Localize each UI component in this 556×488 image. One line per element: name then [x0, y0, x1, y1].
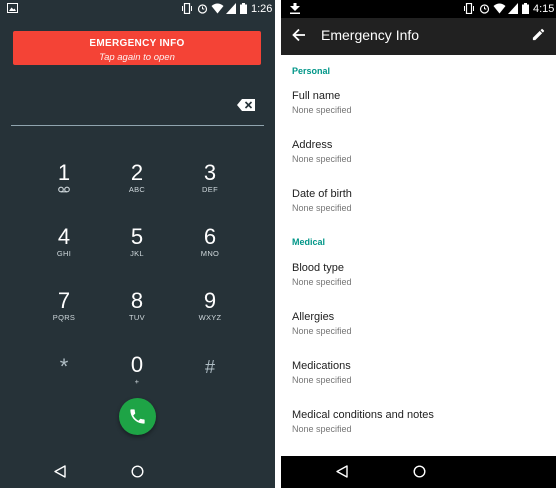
battery-icon	[240, 3, 247, 14]
dial-key-2[interactable]: 2 ABC	[107, 161, 167, 213]
list-item-medications[interactable]: Medications None specified	[292, 360, 542, 400]
call-button[interactable]	[119, 398, 156, 435]
vibrate-icon	[182, 3, 192, 14]
wifi-icon	[211, 3, 224, 14]
section-header-personal: Personal	[292, 66, 331, 76]
dial-input-underline	[11, 125, 264, 126]
status-time: 4:15	[533, 3, 555, 15]
list-item-allergies[interactable]: Allergies None specified	[292, 311, 542, 351]
list-item-full-name[interactable]: Full name None specified	[292, 90, 542, 130]
dial-key-3[interactable]: 3 DEF	[180, 161, 240, 213]
download-icon	[290, 3, 300, 14]
status-time: 1:26	[251, 3, 273, 15]
wifi-icon	[493, 3, 506, 14]
app-bar: Emergency Info	[281, 18, 556, 55]
vibrate-icon	[464, 3, 474, 14]
alarm-icon	[479, 4, 490, 14]
emergency-info-subtitle: Tap again to open	[99, 52, 175, 63]
dial-key-1[interactable]: 1	[34, 161, 94, 213]
dialer-screen: 1:26 EMERGENCY INFO Tap again to open 1 …	[0, 0, 275, 488]
signal-icon	[508, 3, 518, 14]
image-icon	[7, 3, 18, 13]
section-header-medical: Medical	[292, 237, 326, 247]
dial-key-8[interactable]: 8 TUV	[107, 289, 167, 341]
phone-icon	[130, 409, 145, 424]
emergency-info-button[interactable]: EMERGENCY INFO Tap again to open	[13, 31, 261, 65]
back-icon[interactable]	[54, 465, 66, 478]
list-item-date-of-birth[interactable]: Date of birth None specified	[292, 188, 542, 228]
list-item-blood-type[interactable]: Blood type None specified	[292, 262, 542, 302]
dial-key-7[interactable]: 7 PQRS	[34, 289, 94, 341]
back-icon[interactable]	[336, 465, 348, 478]
arrow-back-icon[interactable]	[292, 28, 306, 42]
home-icon[interactable]	[131, 465, 144, 478]
dial-key-5[interactable]: 5 JKL	[107, 225, 167, 277]
page-title: Emergency Info	[321, 27, 420, 43]
list-item-medical-conditions[interactable]: Medical conditions and notes None specif…	[292, 409, 542, 449]
edit-icon[interactable]	[531, 27, 546, 42]
alarm-icon	[197, 4, 208, 14]
backspace-icon[interactable]	[237, 99, 255, 111]
emergency-info-title: EMERGENCY INFO	[89, 38, 185, 49]
list-item-address[interactable]: Address None specified	[292, 139, 542, 179]
dial-key-hash[interactable]: #	[180, 355, 240, 407]
battery-icon	[522, 3, 529, 14]
navigation-bar	[281, 456, 556, 488]
dial-key-9[interactable]: 9 WXYZ	[180, 289, 240, 341]
dial-key-6[interactable]: 6 MNO	[180, 225, 240, 277]
status-bar: 4:15	[281, 0, 556, 18]
emergency-info-screen: 4:15 Emergency Info Personal Full name N…	[281, 0, 556, 488]
voicemail-icon	[58, 186, 70, 193]
signal-icon	[226, 3, 236, 14]
dial-key-4[interactable]: 4 GHI	[34, 225, 94, 277]
status-bar: 1:26	[0, 0, 275, 18]
home-icon[interactable]	[413, 465, 426, 478]
dial-key-star[interactable]: *	[34, 355, 94, 407]
navigation-bar	[0, 456, 275, 488]
